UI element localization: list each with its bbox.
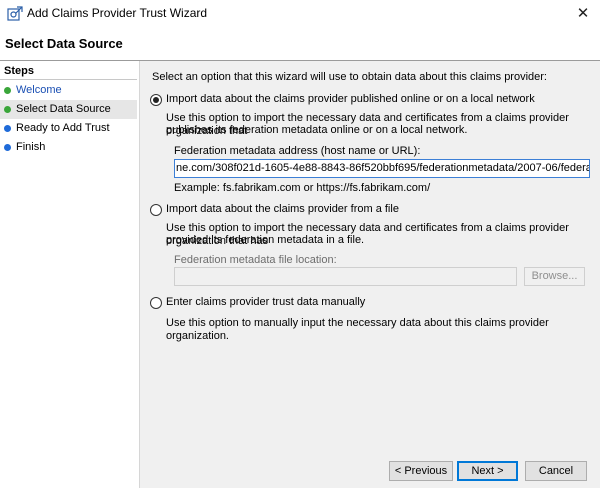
radio-import-file[interactable] [150, 204, 162, 216]
browse-button[interactable]: Browse... [524, 267, 585, 286]
wizard-header: Select Data Source [0, 28, 600, 60]
step-status-dot-icon [4, 144, 11, 151]
steps-title: Steps [4, 65, 34, 77]
step-status-dot-icon [4, 106, 11, 113]
step-welcome[interactable]: Welcome [0, 81, 137, 100]
step-ready-to-add-trust[interactable]: Ready to Add Trust [0, 119, 137, 138]
option-file-desc-line2: provided its federation metadata in a fi… [166, 234, 365, 246]
metadata-address-label: Federation metadata address (host name o… [174, 145, 421, 157]
window-title: Add Claims Provider Trust Wizard [27, 6, 208, 20]
step-status-dot-icon [4, 87, 11, 94]
step-status-dot-icon [4, 125, 11, 132]
next-button[interactable]: Next > [457, 461, 518, 481]
radio-enter-manually[interactable] [150, 297, 162, 309]
page-title: Select Data Source [5, 36, 123, 51]
title-bar: Add Claims Provider Trust Wizard ✕ [0, 0, 600, 28]
option-online-label[interactable]: Import data about the claims provider pu… [166, 93, 535, 105]
step-select-data-source[interactable]: Select Data Source [0, 100, 137, 119]
option-online-desc-line2: publishes its federation metadata online… [166, 124, 468, 136]
intro-text: Select an option that this wizard will u… [152, 71, 547, 83]
main-panel: Select an option that this wizard will u… [140, 61, 600, 488]
step-label: Welcome [16, 84, 62, 96]
steps-sidebar: Steps Welcome Select Data Source Ready t… [0, 61, 139, 488]
step-finish[interactable]: Finish [0, 138, 137, 157]
metadata-file-input[interactable] [174, 267, 517, 286]
steps-divider [0, 79, 137, 80]
option-file-label[interactable]: Import data about the claims provider fr… [166, 203, 399, 215]
close-window-button[interactable]: ✕ [566, 0, 600, 28]
previous-button[interactable]: < Previous [389, 461, 453, 481]
metadata-file-label: Federation metadata file location: [174, 254, 337, 266]
wizard-app-icon [7, 6, 23, 21]
cancel-button[interactable]: Cancel [525, 461, 587, 481]
close-icon: ✕ [576, 5, 590, 22]
step-label: Finish [16, 141, 46, 153]
option-manual-label[interactable]: Enter claims provider trust data manuall… [166, 296, 365, 308]
step-label: Select Data Source [16, 103, 111, 115]
radio-import-online[interactable] [150, 94, 162, 106]
option-manual-desc: Use this option to manually input the ne… [166, 317, 549, 342]
metadata-address-input[interactable]: ne.com/308f021d-1605-4e88-8843-86f520bbf… [174, 159, 590, 178]
metadata-address-example: Example: fs.fabrikam.com or https://fs.f… [174, 182, 431, 194]
step-label: Ready to Add Trust [16, 122, 110, 134]
